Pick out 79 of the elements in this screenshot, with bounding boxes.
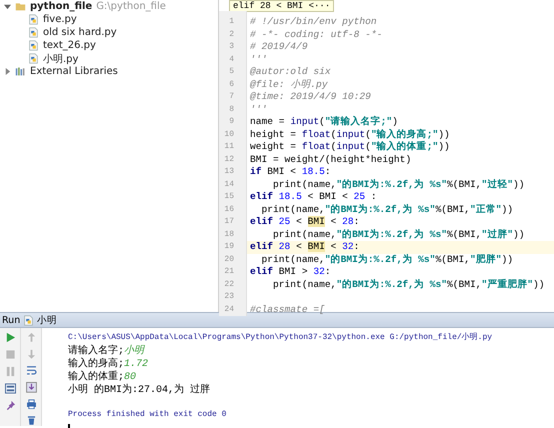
code-line: print(name,"的BMI为:%.2f,为 %s"%(BMI,"过轻")): [272, 178, 525, 191]
file-name[interactable]: five.py: [43, 14, 77, 25]
file-name[interactable]: 小明.py: [43, 52, 78, 66]
line-number: 17: [223, 216, 235, 228]
code-line: #classmate =[: [250, 304, 325, 316]
line-number: 23: [223, 291, 235, 303]
code-line: elif 18.5 < BMI < 25 :: [250, 191, 377, 204]
folder-path: G:\python_file: [96, 1, 166, 12]
pin-icon[interactable]: [4, 400, 16, 411]
console-line: 请输入名字;小明: [68, 344, 144, 356]
line-number: 3: [228, 41, 235, 53]
line-number: 14: [223, 178, 235, 190]
console-line: C:\Users\ASUS\AppData\Local\Programs\Python\Python37-32\python.exe G:/python_file/小明.py: [68, 332, 492, 342]
scroll-end-icon[interactable]: [26, 382, 36, 393]
console-line: 输入的身高;1.72: [68, 356, 148, 370]
python-file-icon: [28, 14, 39, 25]
layout-icon[interactable]: [4, 383, 16, 394]
libraries-icon: [15, 66, 26, 77]
line-number: 15: [223, 191, 235, 203]
line-number: 9: [228, 116, 235, 128]
line-number: 1: [228, 16, 235, 28]
console-line: 输入的体重;80: [68, 370, 136, 382]
line-number: 2: [228, 28, 235, 40]
line-number: 6: [228, 78, 235, 90]
line-number: 12: [223, 154, 235, 166]
expand-arrow-icon[interactable]: [4, 68, 11, 75]
line-number: 4: [228, 54, 235, 66]
print-icon[interactable]: [26, 398, 36, 410]
breadcrumb[interactable]: elif 28 < BMI <···: [229, 0, 334, 12]
code-line: height = float(input("输入的身高;")): [250, 128, 450, 140]
code-line: @autor:old six: [250, 66, 331, 78]
code-line: print(name,"的BMI为:%.2f,为 %s"%(BMI,"正常")): [260, 204, 514, 216]
code-line: weight = float(input("输入的体重;")): [250, 141, 450, 154]
python-file-icon: [28, 27, 39, 38]
trash-icon[interactable]: [26, 415, 36, 426]
line-number: 21: [223, 266, 235, 278]
code-line: ''': [250, 104, 268, 116]
run-config-name[interactable]: 小明: [37, 314, 58, 326]
line-number: 24: [223, 304, 235, 316]
folder-name[interactable]: python_file: [30, 1, 92, 12]
code-line: ''': [250, 54, 268, 66]
code-line: if BMI < 18.5:: [250, 166, 331, 178]
line-number: 5: [228, 66, 235, 78]
python-file-icon: [28, 40, 39, 51]
line-number: 13: [223, 166, 235, 178]
python-file-icon: [28, 53, 39, 64]
console-line: Process finished with exit code 0: [68, 410, 226, 419]
code-line: # -*- coding: utf-8 -*-: [250, 28, 382, 41]
run-tab-label[interactable]: Run: [2, 314, 20, 326]
wrap-icon[interactable]: [26, 365, 36, 376]
line-number: 10: [223, 128, 235, 140]
console-line: 小明 的BMI为:27.04,为 过胖: [68, 382, 210, 396]
line-number: 11: [223, 141, 235, 153]
folder-icon: [15, 1, 26, 12]
code-line: print(name,"的BMI为:%.2f,为 %s"%(BMI,"肥胖")): [260, 254, 514, 266]
file-name[interactable]: old six hard.py: [43, 27, 117, 38]
code-line: print(name,"的BMI为:%.2f,为 %s"%(BMI,"严重肥胖")): [272, 278, 545, 291]
line-number: 16: [223, 204, 235, 216]
libraries-label[interactable]: External Libraries: [30, 66, 118, 77]
expand-arrow-icon[interactable]: [4, 3, 11, 10]
code-line: elif 25 < BMI < 28:: [250, 216, 360, 228]
python-file-icon: [23, 314, 34, 326]
code-line: elif BMI > 32:: [250, 266, 331, 278]
run-icon[interactable]: [4, 332, 16, 343]
code-line: # 2019/4/9: [250, 41, 308, 54]
code-line: name = input("请输入名字;"): [250, 116, 398, 128]
line-number: 19: [223, 241, 235, 253]
line-number: 20: [223, 254, 235, 266]
line-number: 7: [228, 91, 235, 103]
line-number: 18: [223, 228, 235, 240]
file-name[interactable]: text_26.py: [43, 40, 96, 51]
code-line: @time: 2019/4/9 10:29: [250, 91, 371, 104]
line-number: 22: [223, 278, 235, 290]
code-line: print(name,"的BMI为:%.2f,为 %s"%(BMI,"过胖")): [272, 228, 525, 241]
code-line: # !/usr/bin/env python: [250, 16, 377, 28]
code-line: BMI = weight/(height*height): [250, 154, 412, 166]
code-line: @file: 小明.py: [250, 78, 328, 91]
code-line: elif 28 < BMI < 32:: [250, 241, 360, 254]
line-number: 8: [228, 104, 235, 116]
